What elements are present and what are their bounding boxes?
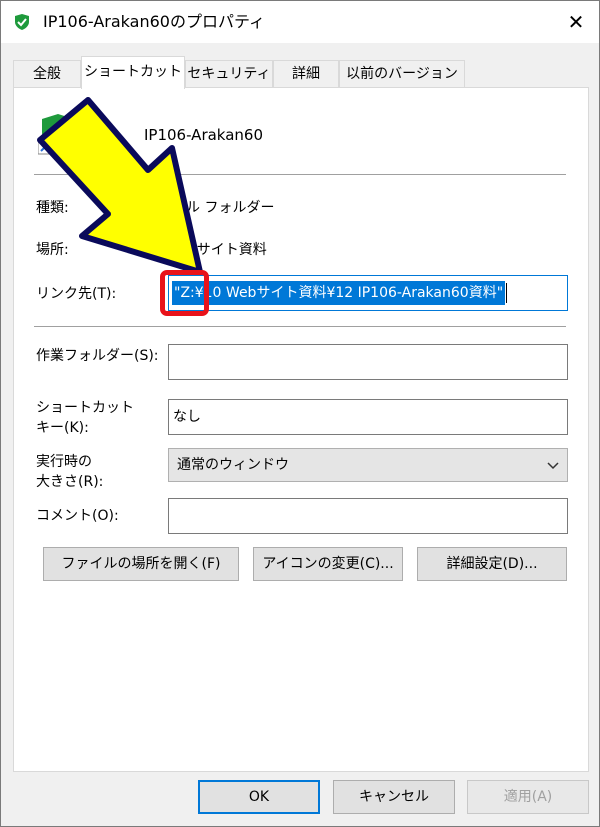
startin-input[interactable] — [168, 344, 568, 380]
hotkey-input[interactable]: なし — [168, 399, 568, 435]
comment-label: コメント(O): — [36, 508, 119, 524]
run-label-line1: 実行時の — [36, 454, 92, 470]
title-bar[interactable]: IP106-Arakan60のプロパティ ✕ — [1, 1, 599, 43]
divider — [34, 326, 566, 327]
tab-general[interactable]: 全般 — [13, 60, 81, 88]
tab-shortcut[interactable]: ショートカット — [81, 56, 185, 89]
ok-button[interactable]: OK — [198, 780, 320, 814]
hotkey-label-line2: キー(K): — [36, 420, 89, 436]
target-label: リンク先(T): — [36, 286, 117, 302]
chevron-down-icon — [547, 462, 559, 470]
tab-details[interactable]: 詳細 — [273, 60, 339, 88]
run-select[interactable]: 通常のウィンドウ — [168, 448, 568, 482]
close-icon: ✕ — [567, 10, 585, 34]
hotkey-label-line1: ショートカット — [36, 400, 134, 416]
apply-button[interactable]: 適用(A) — [467, 780, 589, 814]
change-icon-button[interactable]: アイコンの変更(C)... — [253, 547, 403, 581]
comment-input[interactable] — [168, 498, 568, 534]
startin-label: 作業フォルダー(S): — [36, 348, 159, 364]
text-caret — [506, 283, 508, 303]
close-button[interactable]: ✕ — [553, 1, 599, 43]
target-input[interactable]: "Z:¥10 Webサイト資料¥12 IP106-Arakan60資料" — [168, 275, 568, 311]
open-location-button[interactable]: ファイルの場所を開く(F) — [43, 547, 239, 581]
advanced-button[interactable]: 詳細設定(D)... — [417, 547, 567, 581]
highlight-box — [160, 270, 209, 316]
target-selected-text: "Z:¥10 Webサイト資料¥12 IP106-Arakan60資料" — [172, 281, 506, 305]
pointer-arrow-icon — [37, 97, 203, 275]
tab-previous-versions[interactable]: 以前のバージョン — [339, 60, 465, 88]
run-label-line2: 大きさ(R): — [36, 474, 104, 490]
tab-security[interactable]: セキュリティ — [185, 60, 273, 88]
run-select-value: 通常のウィンドウ — [177, 457, 289, 473]
folder-shortcut-icon — [15, 14, 29, 30]
cancel-button[interactable]: キャンセル — [333, 780, 455, 814]
window-title: IP106-Arakan60のプロパティ — [43, 12, 265, 31]
